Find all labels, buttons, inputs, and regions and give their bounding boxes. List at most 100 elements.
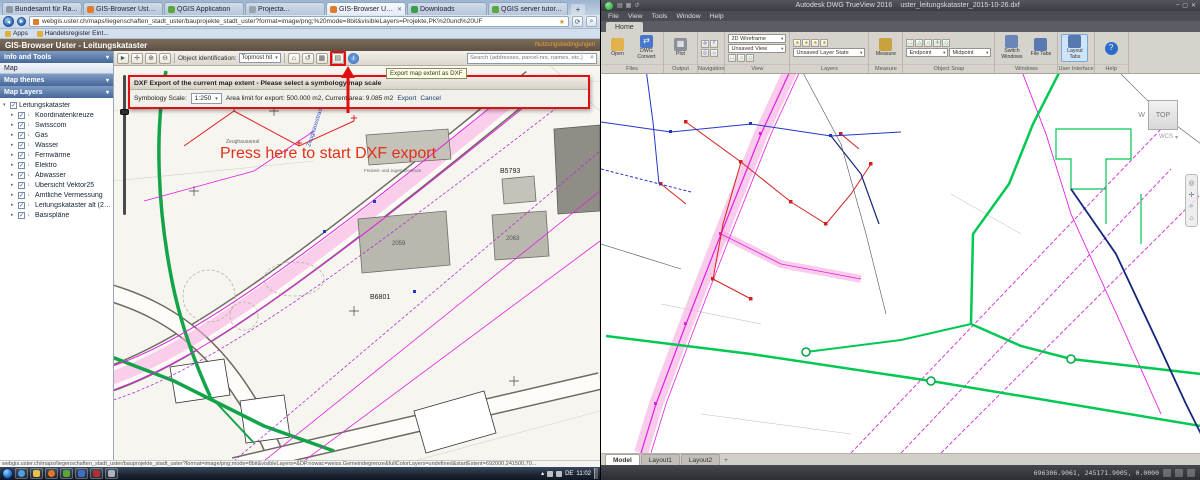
layer-item[interactable]: ▸✓↓Leitungskataster alt (2001) (0, 200, 113, 210)
file-tabs-button[interactable]: File Tabs (1027, 38, 1054, 58)
layer-item[interactable]: ▸✓↓Gas (0, 130, 113, 140)
forward-button[interactable]: ▸ (17, 17, 26, 26)
pan-icon[interactable]: ✛ (701, 40, 709, 48)
browser-tab-projecta[interactable]: Projecta... (245, 2, 325, 15)
object-identification-select[interactable]: Topmost hit▾ (239, 53, 281, 63)
taskbar-ie-icon[interactable] (15, 468, 28, 479)
browser-tab-qgis-tutorial[interactable]: QGIS server tutor... (488, 2, 568, 15)
dwg-convert-button[interactable]: ⇄DWG Convert (633, 35, 660, 60)
twisty-icon[interactable]: ▸ (11, 112, 16, 118)
browser-tab-downloads[interactable]: Downloads (407, 2, 487, 15)
twisty-icon[interactable]: ▸ (11, 172, 16, 178)
zoom-slider-knob[interactable] (120, 109, 129, 115)
twisty-icon[interactable]: ▸ (11, 142, 16, 148)
tab-model[interactable]: Model (605, 454, 640, 465)
taskbar-word-icon[interactable] (75, 468, 88, 479)
trueview-logo-icon[interactable] (605, 2, 613, 10)
home-extent-button[interactable]: ⌂ (288, 53, 300, 64)
maximize-button[interactable]: ▢ (1182, 2, 1188, 9)
zoom-in-button[interactable]: ⊕ (145, 53, 157, 64)
twisty-icon[interactable]: ▸ (11, 132, 16, 138)
pan-icon[interactable]: ✛ (1187, 190, 1196, 199)
layer-item[interactable]: ▸✓↓Amtliche Vermessung (0, 190, 113, 200)
layer-checkbox[interactable]: ✓ (18, 192, 25, 199)
snap-square-icon[interactable]: □ (906, 39, 914, 47)
tab-close-icon[interactable]: ✕ (397, 6, 402, 13)
twisty-icon[interactable]: ▸ (11, 182, 16, 188)
map-tab[interactable]: Map (0, 63, 113, 74)
layer-item[interactable]: ▸✓↓Abwasser (0, 170, 113, 180)
zoom-out-button[interactable]: ⊖ (159, 53, 171, 64)
show-desktop-button[interactable] (594, 468, 598, 479)
layer-checkbox[interactable]: ✓ (18, 162, 25, 169)
layer-checkbox[interactable]: ✓ (18, 182, 25, 189)
menu-window[interactable]: Window (676, 13, 700, 20)
info-button[interactable]: i (348, 53, 359, 64)
taskbar-explorer-icon[interactable] (30, 468, 43, 479)
taskbar-qgis-icon[interactable] (60, 468, 73, 479)
browser-search-icon[interactable]: ⌕ (586, 16, 597, 27)
bookmark-handelsregister[interactable]: Handelsregister Eint... (37, 30, 109, 37)
layer-bulb-icon[interactable]: ● (820, 39, 828, 47)
layer-bulb-icon[interactable]: ● (802, 39, 810, 47)
back-button[interactable]: ◂ (3, 16, 14, 27)
start-button[interactable] (2, 468, 13, 479)
bookmark-apps[interactable]: Apps (5, 30, 28, 37)
layer-checkbox[interactable]: ✓ (18, 172, 25, 179)
print-button[interactable]: ▦ (316, 53, 328, 64)
twisty-icon[interactable]: ▸ (11, 152, 16, 158)
layer-item[interactable]: ▸✓↓Wasser (0, 140, 113, 150)
open-button[interactable]: Open (604, 38, 631, 58)
terms-link[interactable]: Nutzungsbedingungen (535, 42, 595, 48)
switch-windows-button[interactable]: Switch Windows (998, 35, 1025, 60)
browser-tab-gis-1[interactable]: GIS-Browser Uster... (83, 2, 163, 15)
layer-item[interactable]: ▸✓↓Basispläne (0, 210, 113, 220)
scale-select[interactable]: 1:250▾ (191, 93, 222, 104)
layout-tabs-button[interactable]: Layout Tabs (1061, 34, 1088, 61)
layer-item[interactable]: ▸✓↓Swisscom (0, 120, 113, 130)
view-icon[interactable]: ○ (737, 54, 745, 62)
measure-button[interactable]: Measure (872, 38, 899, 58)
layer-item[interactable]: ▸✓↓Übersicht Vektor25 (0, 180, 113, 190)
map-layers-header[interactable]: Map Layers▾ (0, 86, 113, 98)
twisty-icon[interactable]: ▾ (3, 102, 8, 108)
clock[interactable]: 11:02 (576, 471, 591, 477)
home-icon[interactable]: ⌂ (1187, 214, 1196, 223)
snap-diamond-icon[interactable]: ◇ (942, 39, 950, 47)
wcs-dropdown[interactable]: WCS▾ (1159, 134, 1178, 141)
drawing-canvas[interactable]: W TOP WCS▾ ◎ ✛ ⌕ ⌂ (601, 74, 1200, 453)
zoom-icon[interactable]: ⌕ (710, 40, 718, 48)
viewcube[interactable]: W TOP (1138, 100, 1178, 130)
map-themes-header[interactable]: Map themes▾ (0, 74, 113, 86)
named-view-select[interactable]: Unsaved View▾ (728, 44, 786, 53)
qat-undo-icon[interactable]: ↺ (634, 2, 639, 9)
reload-button[interactable]: ⟳ (572, 16, 583, 27)
qat-open-icon[interactable]: ▤ (617, 2, 623, 9)
layer-checkbox[interactable]: ✓ (18, 152, 25, 159)
pointer-tool-button[interactable]: ► (117, 53, 129, 64)
dxf-export-button[interactable]: ▤ (332, 53, 344, 64)
menu-help[interactable]: Help (710, 13, 724, 20)
layer-item[interactable]: ▸✓↓Koordinatenkreuze (0, 110, 113, 120)
network-icon[interactable] (547, 471, 553, 477)
status-snap-icon[interactable] (1175, 469, 1183, 477)
minimize-button[interactable]: – (1176, 2, 1179, 9)
menu-view[interactable]: View (628, 13, 643, 20)
browser-tab-bundesamt[interactable]: Bundesamt für Ra... (2, 2, 82, 15)
qat-plot-icon[interactable]: ▦ (626, 2, 632, 9)
endpoint-select[interactable]: Endpoint▾ (906, 48, 948, 57)
visual-style-select[interactable]: 2D Wireframe▾ (728, 34, 786, 43)
help-button[interactable]: ? (1098, 42, 1125, 55)
volume-icon[interactable] (556, 471, 562, 477)
export-button[interactable]: Export (397, 95, 416, 102)
taskbar-dwg-icon[interactable] (90, 468, 103, 479)
info-tools-header[interactable]: Info and Tools▾ (0, 51, 113, 63)
cancel-button[interactable]: Cancel (420, 95, 441, 102)
close-button[interactable]: ✕ (1191, 2, 1196, 9)
plot-button[interactable]: ▦Plot (667, 38, 694, 58)
status-grid-icon[interactable] (1163, 469, 1171, 477)
layer-checkbox[interactable]: ✓ (18, 132, 25, 139)
new-layout-button[interactable]: + (721, 455, 731, 465)
browser-tab-qgis[interactable]: QGIS Application (164, 2, 244, 15)
layer-root[interactable]: ▾✓Leitungskataster (0, 100, 113, 110)
